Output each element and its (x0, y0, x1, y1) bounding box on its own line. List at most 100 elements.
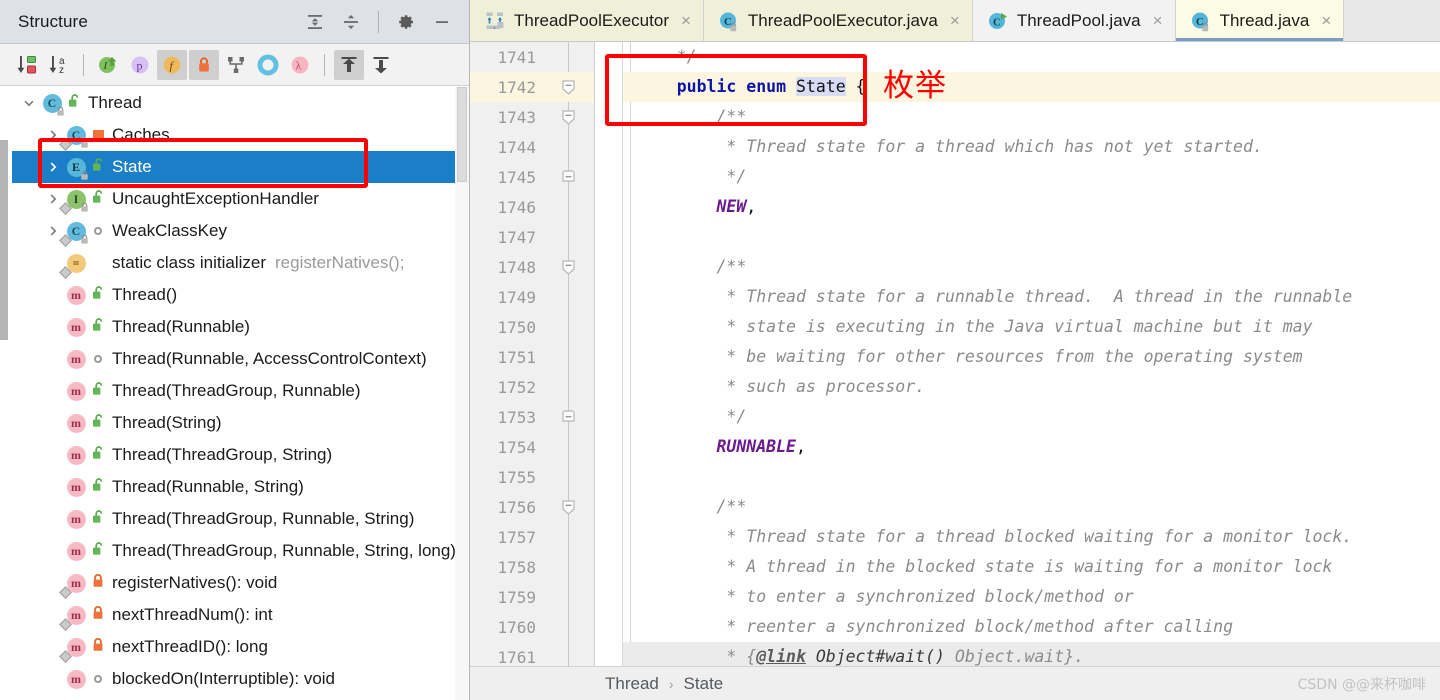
code-line[interactable]: * Thread state for a thread which has no… (623, 132, 1440, 162)
code-line[interactable]: NEW, (623, 192, 1440, 222)
line-number[interactable]: 1755 (470, 462, 594, 492)
code-line[interactable]: */ (623, 402, 1440, 432)
code-line[interactable]: * A thread in the blocked state is waiti… (623, 552, 1440, 582)
show-fields-icon[interactable]: f (157, 49, 187, 80)
tool-window-scrollbar[interactable] (0, 140, 8, 340)
structure-tree-item[interactable]: I UncaughtExceptionHandler (12, 183, 457, 215)
structure-tree-item[interactable]: m registerNatives(): void (12, 567, 457, 599)
line-number[interactable]: 1761 (470, 642, 594, 667)
line-number[interactable]: 1750 (470, 312, 594, 342)
scrollbar-thumb[interactable] (457, 87, 467, 182)
structure-tree-item[interactable]: m Thread(ThreadGroup, Runnable, String) (12, 503, 457, 535)
tree-twisty[interactable] (42, 193, 64, 205)
line-number[interactable]: 1741 (470, 42, 594, 72)
line-number-gutter[interactable]: 1741 1742 1743 1744 1745 1746 1747 1748 1749 1750… (470, 42, 595, 666)
editor-tab[interactable]: C ThreadPoolExecutor.java × (703, 0, 973, 41)
code-line[interactable]: * Thread state for a runnable thread. A … (623, 282, 1440, 312)
line-number[interactable]: 1754 (470, 432, 594, 462)
code-line[interactable]: * state is executing in the Java virtual… (623, 312, 1440, 342)
structure-tree-item[interactable]: m Thread(Runnable, AccessControlContext) (12, 343, 457, 375)
structure-tree-item[interactable]: = static class initializer registerNatives… (12, 247, 457, 279)
close-icon[interactable]: × (950, 12, 960, 29)
code-editor[interactable]: 1741 1742 1743 1744 1745 1746 1747 1748 1749 1750… (470, 42, 1440, 666)
hide-icon[interactable] (427, 8, 457, 36)
code-line[interactable]: /** (623, 492, 1440, 522)
structure-tree-item[interactable]: m nextThreadID(): long (12, 631, 457, 663)
line-number[interactable]: 1760 (470, 612, 594, 642)
structure-tree-item[interactable]: m Thread() (12, 279, 457, 311)
structure-tree-item[interactable]: m Thread(ThreadGroup, Runnable) (12, 375, 457, 407)
editor-tab[interactable]: C Thread.java × (1175, 0, 1345, 41)
structure-tree-item[interactable]: m nextThreadNum(): int (12, 599, 457, 631)
code-line[interactable]: * such as processor. (623, 372, 1440, 402)
structure-vertical-scrollbar[interactable] (455, 87, 469, 700)
code-line[interactable]: */ (623, 162, 1440, 192)
line-number[interactable]: 1758 (470, 552, 594, 582)
code-line[interactable] (623, 462, 1440, 492)
code-line[interactable]: * {@link Object#wait() Object.wait}. (623, 642, 1440, 666)
autoscroll-to-source-icon[interactable] (366, 50, 396, 80)
code-line[interactable]: /** (623, 102, 1440, 132)
fold-end-icon[interactable] (561, 408, 576, 426)
show-lambdas-icon[interactable]: λ (285, 50, 315, 80)
line-number[interactable]: 1744 (470, 132, 594, 162)
structure-tree-item[interactable]: m blockedOn(Interruptible): void (12, 663, 457, 695)
expand-all-icon[interactable] (300, 8, 330, 36)
structure-tree-item[interactable]: m Thread(String) (12, 407, 457, 439)
group-by-icon[interactable] (221, 50, 251, 80)
editor-tab[interactable]: ThreadPoolExecutor × (470, 0, 704, 41)
close-icon[interactable]: × (1153, 12, 1163, 29)
show-properties-icon[interactable]: p (125, 50, 155, 80)
tree-twisty[interactable] (42, 129, 64, 141)
code-line[interactable]: * be waiting for other resources from th… (623, 342, 1440, 372)
autoscroll-from-source-icon[interactable] (334, 49, 364, 80)
breadcrumb-item[interactable]: Thread (605, 674, 659, 694)
show-non-public-icon[interactable] (189, 49, 219, 80)
editor-tab[interactable]: C ThreadPool.java × (972, 0, 1176, 41)
structure-tree-item[interactable]: mcurrentThread(): Thread (12, 695, 457, 700)
collapse-all-icon[interactable] (336, 8, 366, 36)
structure-tree-item[interactable]: C WeakClassKey (12, 215, 457, 247)
structure-tree-item[interactable]: C Caches (12, 119, 457, 151)
code-line[interactable]: * to enter a synchronized block/method o… (623, 582, 1440, 612)
line-number[interactable]: 1746 (470, 192, 594, 222)
line-number[interactable]: 1757 (470, 522, 594, 552)
tree-twisty[interactable] (42, 161, 64, 173)
fold-collapse-icon[interactable] (561, 78, 576, 96)
breadcrumb[interactable]: Thread › State (605, 674, 723, 694)
gear-icon[interactable] (391, 8, 421, 36)
structure-tree[interactable]: C Thread C Caches E State I UncaughtExceptionHa… (12, 87, 457, 700)
fold-end-icon[interactable] (561, 168, 576, 186)
code-content[interactable]: */ public enum State { /** * Thread stat… (623, 42, 1440, 666)
structure-tree-item[interactable]: m Thread(ThreadGroup, Runnable, String, l… (12, 535, 457, 567)
line-number[interactable]: 1752 (470, 372, 594, 402)
fold-collapse-icon[interactable] (561, 498, 576, 516)
code-line[interactable]: public enum State { (623, 72, 1440, 102)
code-line[interactable]: /** (623, 252, 1440, 282)
code-line[interactable]: * Thread state for a thread blocked wait… (623, 522, 1440, 552)
show-anonymous-icon[interactable] (253, 50, 283, 80)
tree-twisty[interactable] (18, 97, 40, 109)
fold-collapse-icon[interactable] (561, 108, 576, 126)
show-inherited-icon[interactable]: I (93, 50, 123, 80)
breadcrumb-item[interactable]: State (684, 674, 724, 694)
line-number[interactable]: 1749 (470, 282, 594, 312)
structure-tree-item[interactable]: m Thread(Runnable, String) (12, 471, 457, 503)
close-icon[interactable]: × (681, 12, 691, 29)
code-line[interactable]: */ (623, 42, 1440, 72)
tree-twisty[interactable] (42, 225, 64, 237)
code-line[interactable]: RUNNABLE, (623, 432, 1440, 462)
line-number[interactable]: 1751 (470, 342, 594, 372)
structure-tree-item[interactable]: m Thread(ThreadGroup, String) (12, 439, 457, 471)
line-number[interactable]: 1747 (470, 222, 594, 252)
sort-alphabetically-icon[interactable]: a z (44, 50, 74, 80)
code-line[interactable]: * reenter a synchronized block/method af… (623, 612, 1440, 642)
code-line[interactable] (623, 222, 1440, 252)
close-icon[interactable]: × (1321, 12, 1331, 29)
structure-tree-item[interactable]: E State (12, 151, 457, 183)
fold-collapse-icon[interactable] (561, 258, 576, 276)
line-number[interactable]: 1759 (470, 582, 594, 612)
structure-tree-item[interactable]: C Thread (12, 87, 457, 119)
structure-tree-item[interactable]: m Thread(Runnable) (12, 311, 457, 343)
sort-by-visibility-icon[interactable] (12, 50, 42, 80)
